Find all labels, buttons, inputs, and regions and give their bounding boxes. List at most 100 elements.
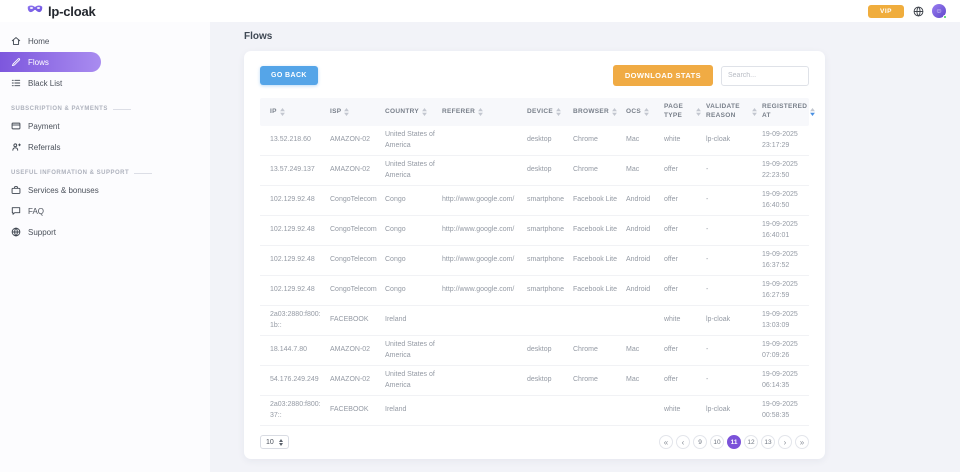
- cell-page-type: white: [664, 126, 706, 155]
- user-avatar[interactable]: ☺: [932, 4, 946, 18]
- pagination-page-10[interactable]: 10: [710, 435, 724, 449]
- sidebar-item-black-list[interactable]: Black List: [0, 73, 210, 93]
- cell-validate-reason: -: [706, 276, 762, 305]
- cell-ocs: Android: [626, 276, 664, 305]
- cell-country: Congo: [385, 216, 442, 245]
- cell-registered-at: 19-09-2025 06:14:35: [762, 366, 809, 395]
- cell-registered-at: 19-09-2025 00:58:35: [762, 396, 809, 425]
- table-body: 13.52.218.60AMAZON-02United States of Am…: [260, 126, 809, 426]
- sidebar: Home Flows Black List Subscription & Pay…: [0, 22, 210, 472]
- column-header-ip[interactable]: IP: [260, 98, 330, 126]
- cell-country: Congo: [385, 246, 442, 275]
- pagination-page-11[interactable]: 11: [727, 435, 741, 449]
- cell-device: [527, 306, 573, 335]
- sidebar-item-services[interactable]: Services & bonuses: [0, 180, 210, 200]
- cell-browser: [573, 396, 626, 425]
- table-row: 102.129.92.48CongoTelecomCongohttp://www…: [260, 186, 809, 216]
- table-row: 2a03:2880:f800:1b::FACEBOOKIrelandwhitel…: [260, 306, 809, 336]
- sidebar-item-flows[interactable]: Flows: [0, 52, 101, 72]
- column-label: VALIDATE REASON: [706, 103, 749, 121]
- sidebar-item-support[interactable]: Support: [0, 222, 210, 242]
- pagination-page-9[interactable]: 9: [693, 435, 707, 449]
- sort-icon: [644, 108, 649, 116]
- page-size-value: 10: [266, 439, 274, 446]
- cell-validate-reason: -: [706, 336, 762, 365]
- language-globe-icon[interactable]: [912, 5, 924, 17]
- cell-ip: 18.144.7.80: [260, 336, 330, 365]
- sidebar-section-subscription: Subscription & Payments: [11, 106, 210, 112]
- cell-validate-reason: -: [706, 246, 762, 275]
- pagination-first-button[interactable]: «: [659, 435, 673, 449]
- cell-ocs: [626, 396, 664, 425]
- cell-isp: AMAZON-02: [330, 366, 385, 395]
- pagination-next-button[interactable]: ›: [778, 435, 792, 449]
- cell-ip: 13.57.249.137: [260, 156, 330, 185]
- sidebar-item-referrals[interactable]: Referrals: [0, 137, 210, 157]
- cell-referer: [442, 156, 527, 185]
- cell-ip: 102.129.92.48: [260, 186, 330, 215]
- sidebar-item-payment[interactable]: Payment: [0, 116, 210, 136]
- column-header-referer[interactable]: REFERER: [442, 98, 527, 126]
- cell-browser: Chrome: [573, 156, 626, 185]
- cell-ocs: Mac: [626, 366, 664, 395]
- sort-icon: [344, 108, 349, 116]
- cell-browser: Facebook Lite: [573, 216, 626, 245]
- column-header-ocs[interactable]: OCS: [626, 98, 664, 126]
- cell-registered-at: 19-09-2025 16:40:50: [762, 186, 809, 215]
- support-icon: [11, 227, 21, 237]
- sidebar-item-faq[interactable]: FAQ: [0, 201, 210, 221]
- go-back-button[interactable]: GO BACK: [260, 66, 318, 85]
- cell-ip: 54.176.249.249: [260, 366, 330, 395]
- cell-registered-at: 19-09-2025 16:40:01: [762, 216, 809, 245]
- column-header-validate-reason[interactable]: VALIDATE REASON: [706, 98, 762, 126]
- search-input[interactable]: [721, 66, 809, 86]
- cell-validate-reason: -: [706, 216, 762, 245]
- page-title: Flows: [244, 31, 960, 42]
- pagination-page-13[interactable]: 13: [761, 435, 775, 449]
- cell-page-type: offer: [664, 216, 706, 245]
- sidebar-item-label: Flows: [28, 58, 49, 67]
- cell-browser: [573, 306, 626, 335]
- vip-button[interactable]: VIP: [868, 5, 904, 18]
- cell-registered-at: 19-09-2025 22:23:50: [762, 156, 809, 185]
- column-header-country[interactable]: COUNTRY: [385, 98, 442, 126]
- cell-isp: AMAZON-02: [330, 126, 385, 155]
- cell-ocs: Android: [626, 246, 664, 275]
- cell-device: smartphone: [527, 186, 573, 215]
- column-header-browser[interactable]: BROWSER: [573, 98, 626, 126]
- download-stats-button[interactable]: DOWNLOAD STATS: [613, 65, 713, 86]
- cell-browser: Facebook Lite: [573, 246, 626, 275]
- column-label: REGISTERED AT: [762, 103, 807, 121]
- column-label: COUNTRY: [385, 108, 419, 117]
- cell-country: United States of America: [385, 126, 442, 155]
- column-label: BROWSER: [573, 108, 609, 117]
- pagination-last-button[interactable]: »: [795, 435, 809, 449]
- column-header-page-type[interactable]: PAGE TYPE: [664, 98, 706, 126]
- table-row: 102.129.92.48CongoTelecomCongohttp://www…: [260, 216, 809, 246]
- pagination-page-12[interactable]: 12: [744, 435, 758, 449]
- page-size-select[interactable]: 10: [260, 435, 289, 449]
- column-header-isp[interactable]: ISP: [330, 98, 385, 126]
- cell-ip: 2a03:2880:f800:1b::: [260, 306, 330, 335]
- cell-browser: Facebook Lite: [573, 186, 626, 215]
- column-header-device[interactable]: DEVICE: [527, 98, 573, 126]
- brand-logo[interactable]: lp-cloak: [27, 2, 96, 20]
- sidebar-item-home[interactable]: Home: [0, 31, 210, 51]
- cell-ip: 13.52.218.60: [260, 126, 330, 155]
- pagination-prev-button[interactable]: ‹: [676, 435, 690, 449]
- sort-icon: [696, 108, 701, 116]
- sidebar-item-label: Payment: [28, 122, 60, 131]
- table-row: 102.129.92.48CongoTelecomCongohttp://www…: [260, 276, 809, 306]
- sort-icon: [280, 108, 285, 116]
- cell-ocs: Mac: [626, 156, 664, 185]
- cell-device: [527, 396, 573, 425]
- referrals-icon: [11, 142, 21, 152]
- column-label: IP: [270, 108, 277, 117]
- cell-isp: AMAZON-02: [330, 336, 385, 365]
- cell-country: Congo: [385, 186, 442, 215]
- sort-icon: [810, 108, 815, 116]
- cell-ip: 102.129.92.48: [260, 246, 330, 275]
- cell-device: smartphone: [527, 216, 573, 245]
- column-header-registered-at[interactable]: REGISTERED AT: [762, 98, 820, 126]
- cell-ocs: [626, 306, 664, 335]
